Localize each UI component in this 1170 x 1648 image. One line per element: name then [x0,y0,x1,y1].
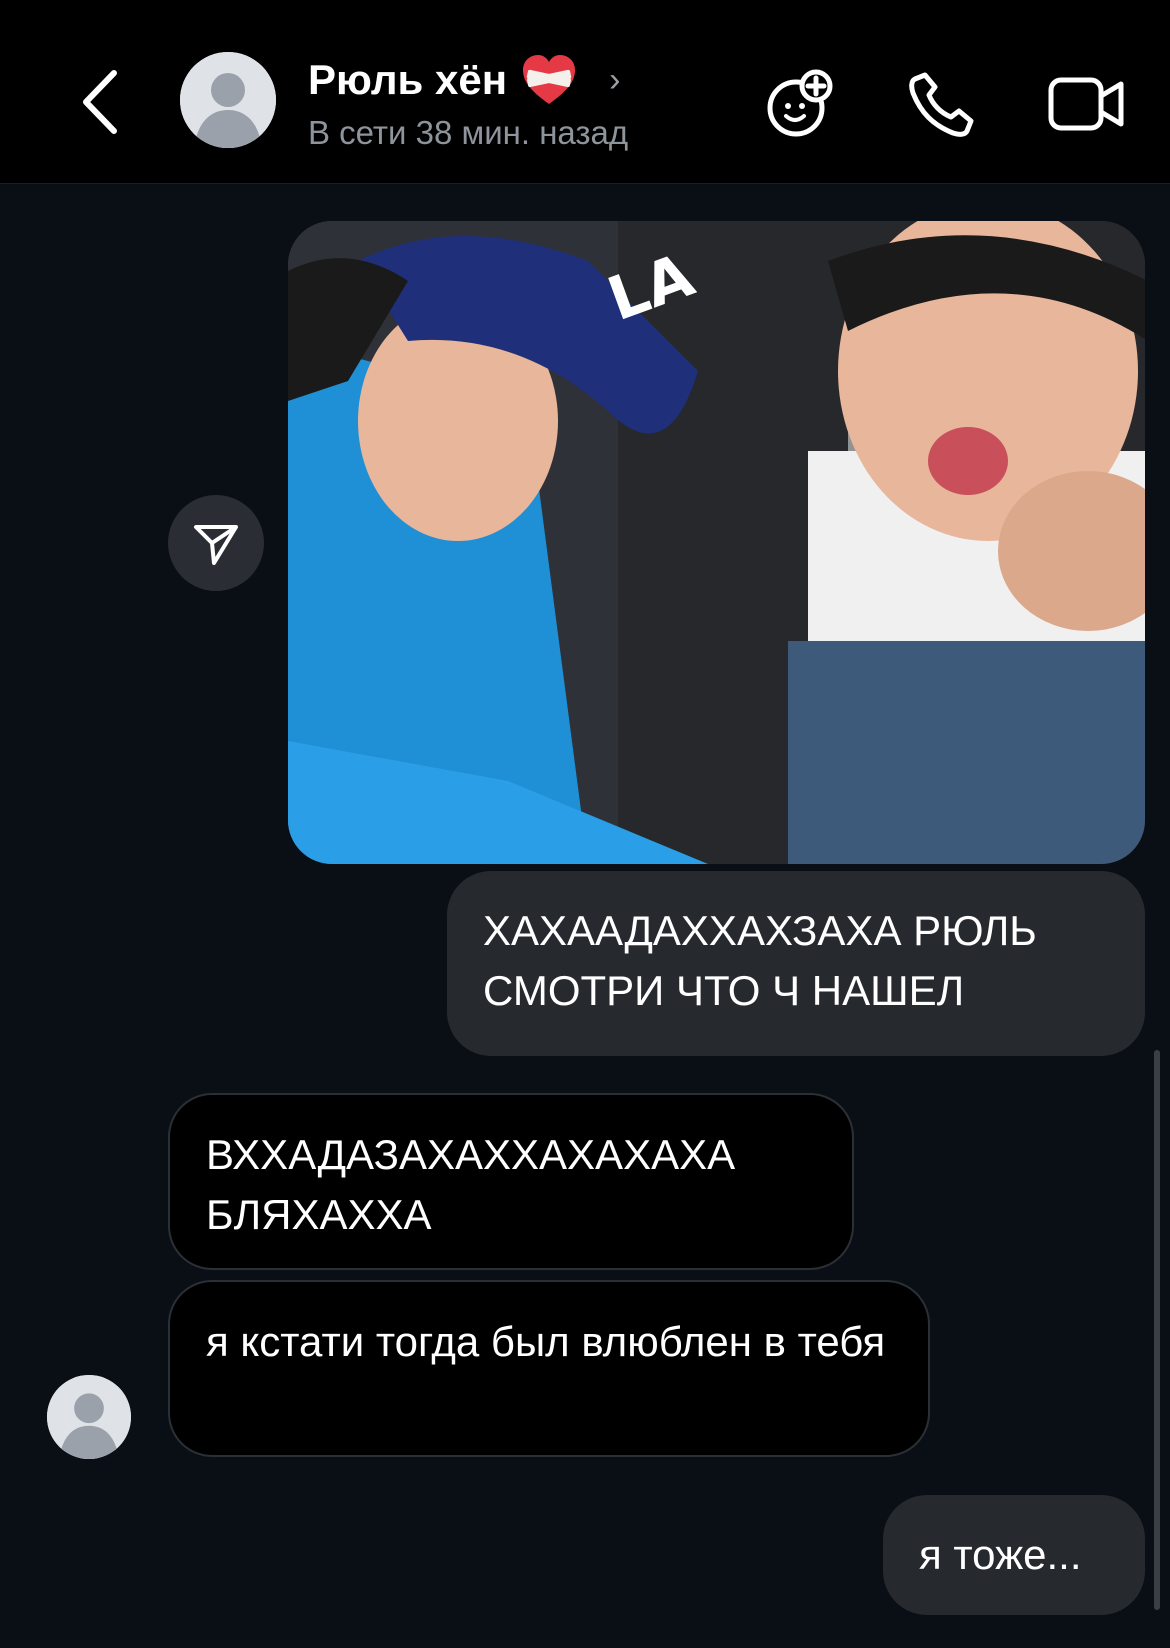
contact-title-row[interactable]: Рюль хён › [308,50,620,110]
message-bubble-received[interactable]: я кстати тогда был влюблен в тебя [168,1280,930,1457]
message-bubble-received[interactable]: ВХХАДАЗАХАХХАХАХАХА БЛЯХАХХА [168,1093,854,1270]
message-text: я кстати тогда был влюблен в тебя [206,1318,886,1365]
shared-photo[interactable]: LA [288,221,1145,864]
photo-image: LA [288,221,1145,864]
contact-name: Рюль хён [308,56,508,103]
message-bubble-sent[interactable]: ХАХААДАХХАХЗАХА РЮЛЬ СМОТРИ ЧТО Ч НАШЕЛ [447,871,1145,1056]
message-bubble-sent[interactable]: я тоже... [883,1495,1145,1615]
share-button[interactable] [168,495,264,591]
contact-avatar[interactable] [180,52,276,148]
chat-header: Рюль хён › В сети 38 мин. назад [0,0,1170,184]
games-button[interactable] [760,64,840,144]
scrollbar[interactable] [1154,1050,1160,1610]
phone-icon [909,72,974,137]
back-button[interactable] [70,62,130,142]
game-controller-plus-icon [767,69,833,137]
voice-call-button[interactable] [902,64,982,144]
chevron-left-icon [83,70,117,134]
send-icon [194,525,238,565]
chevron-right-icon: › [609,60,621,99]
online-status: В сети 38 мин. назад [308,114,629,151]
message-text: я тоже... [919,1531,1082,1578]
sender-avatar[interactable] [47,1375,131,1459]
video-camera-icon [1048,77,1124,131]
mending-heart-icon [523,55,576,104]
video-call-button[interactable] [1046,64,1126,144]
message-text: ХАХААДАХХАХЗАХА РЮЛЬ СМОТРИ ЧТО Ч НАШЕЛ [483,907,1037,1014]
message-text: ВХХАДАЗАХАХХАХАХАХА БЛЯХАХХА [206,1131,736,1238]
